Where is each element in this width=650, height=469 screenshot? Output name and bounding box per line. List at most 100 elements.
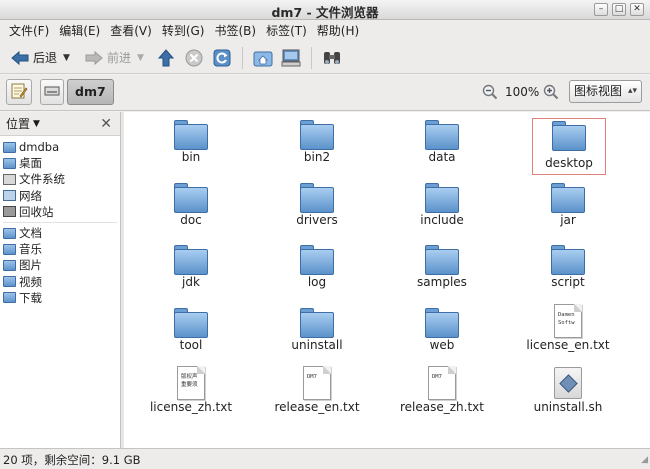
menu-tabs[interactable]: 标签(T) <box>261 20 312 42</box>
search-button[interactable] <box>318 45 346 71</box>
folder-icon <box>552 121 586 151</box>
toolbar: 后退 ▼ 前进 ▼ <box>0 42 650 74</box>
back-history-dropdown-icon[interactable]: ▼ <box>63 53 70 63</box>
file-name: jar <box>560 213 576 227</box>
folder-icon <box>425 308 459 338</box>
file-item-uninstall-sh[interactable]: uninstall.sh <box>510 364 626 424</box>
minimize-button[interactable]: – <box>594 3 608 16</box>
text-file-icon: 版权声 重要须 <box>177 366 205 400</box>
file-item-web[interactable]: web <box>384 302 500 362</box>
forward-button[interactable]: 前进 ▼ <box>80 45 148 71</box>
file-preview-text: DM7 <box>307 374 317 380</box>
sidebar-item-label: 下载 <box>19 290 42 305</box>
sidebar-item-documents[interactable]: 文档 <box>0 225 120 241</box>
up-button[interactable] <box>152 45 180 71</box>
network-icon <box>3 190 16 202</box>
file-item-log[interactable]: log <box>259 239 375 299</box>
forward-arrow-icon <box>84 48 104 68</box>
up-arrow-icon <box>156 48 176 68</box>
folder-icon <box>300 245 334 275</box>
view-mode-select[interactable]: 图标视图 ▴▾ <box>569 80 642 103</box>
file-item-desktop[interactable]: desktop <box>532 118 606 175</box>
home-button[interactable] <box>249 45 277 71</box>
file-item-release-zh[interactable]: DM7 release_zh.txt <box>384 364 500 424</box>
menu-view[interactable]: 查看(V) <box>105 20 157 42</box>
computer-icon <box>281 48 301 68</box>
file-item-bin2[interactable]: bin2 <box>259 114 375 174</box>
file-item-jdk[interactable]: jdk <box>133 239 249 299</box>
sidebar-item-trash[interactable]: 回收站 <box>0 204 120 220</box>
close-window-button[interactable]: ✕ <box>630 3 644 16</box>
status-text: 20 项，剩余空间：9.1 GB <box>3 453 141 467</box>
sidebar-header[interactable]: 位置 ▼ ✕ <box>0 112 120 136</box>
back-button[interactable]: 后退 ▼ <box>6 45 74 71</box>
close-sidebar-icon[interactable]: ✕ <box>100 116 112 132</box>
sidebar-item-label: 音乐 <box>19 242 42 257</box>
file-item-jar[interactable]: jar <box>510 177 626 237</box>
file-item-bin[interactable]: bin <box>133 114 249 174</box>
view-mode-value: 图标视图 <box>574 84 623 98</box>
sidebar-item-videos[interactable]: 视频 <box>0 274 120 290</box>
folder-icon <box>551 183 585 213</box>
updown-arrows-icon: ▴▾ <box>627 86 637 96</box>
zoom-out-button[interactable] <box>482 84 498 103</box>
forward-history-dropdown-icon[interactable]: ▼ <box>137 53 144 63</box>
menu-go[interactable]: 转到(G) <box>157 20 210 42</box>
file-icon-view[interactable]: bin bin2 data desktop doc drivers includ… <box>124 112 650 448</box>
path-root-button[interactable] <box>40 79 64 105</box>
folder-icon <box>300 120 334 150</box>
file-item-release-en[interactable]: DM7 release_en.txt <box>259 364 375 424</box>
file-item-license-en[interactable]: Damen Softw license_en.txt <box>510 302 626 362</box>
menu-bar: 文件(F) 编辑(E) 查看(V) 转到(G) 书签(B) 标签(T) 帮助(H… <box>0 20 650 42</box>
file-name: script <box>551 275 585 289</box>
path-current-folder-button[interactable]: dm7 <box>67 79 114 105</box>
menu-bookmarks[interactable]: 书签(B) <box>209 20 261 42</box>
file-item-include[interactable]: include <box>384 177 500 237</box>
sidebar-item-music[interactable]: 音乐 <box>0 241 120 257</box>
file-item-uninstall[interactable]: uninstall <box>259 302 375 362</box>
computer-button[interactable] <box>277 45 305 71</box>
file-item-license-zh[interactable]: 版权声 重要须 license_zh.txt <box>133 364 249 424</box>
file-item-samples[interactable]: samples <box>384 239 500 299</box>
sidebar-item-filesystem[interactable]: 文件系统 <box>0 171 120 187</box>
maximize-button[interactable]: □ <box>612 3 626 16</box>
file-name: drivers <box>296 213 338 227</box>
status-bar: 20 项，剩余空间：9.1 GB ◢ <box>0 448 650 469</box>
folder-icon <box>300 308 334 338</box>
folder-icon <box>425 120 459 150</box>
edit-location-button[interactable] <box>6 79 32 105</box>
zoom-in-icon <box>543 84 559 103</box>
title-bar: dm7 - 文件浏览器 – □ ✕ <box>0 0 650 20</box>
file-name: log <box>307 275 327 289</box>
file-item-script[interactable]: script <box>510 239 626 299</box>
file-item-doc[interactable]: doc <box>133 177 249 237</box>
menu-help[interactable]: 帮助(H) <box>312 20 364 42</box>
folder-icon <box>174 245 208 275</box>
script-file-icon <box>554 367 582 399</box>
toolbar-separator-2 <box>310 46 312 69</box>
file-item-drivers[interactable]: drivers <box>259 177 375 237</box>
menu-file[interactable]: 文件(F) <box>4 20 54 42</box>
window-title: dm7 - 文件浏览器 <box>271 5 379 20</box>
reload-icon <box>212 48 232 68</box>
sidebar-item-pictures[interactable]: 图片 <box>0 257 120 273</box>
file-name: release_zh.txt <box>400 400 484 414</box>
resize-grip-icon[interactable]: ◢ <box>641 455 648 465</box>
sidebar-item-dmdba[interactable]: dmdba <box>0 139 120 155</box>
file-item-tool[interactable]: tool <box>133 302 249 362</box>
folder-icon <box>174 120 208 150</box>
sidebar-item-downloads[interactable]: 下载 <box>0 290 120 306</box>
drive-icon <box>3 173 16 185</box>
reload-button[interactable] <box>208 45 236 71</box>
stop-button[interactable] <box>180 45 208 71</box>
folder-icon <box>3 276 16 288</box>
sidebar-item-network[interactable]: 网络 <box>0 188 120 204</box>
file-name: bin <box>181 150 201 164</box>
zoom-in-button[interactable] <box>543 84 559 103</box>
file-name: include <box>420 213 464 227</box>
drive-icon <box>44 84 60 101</box>
sidebar-item-desktop[interactable]: 桌面 <box>0 155 120 171</box>
menu-edit[interactable]: 编辑(E) <box>54 20 105 42</box>
home-folder-icon <box>253 48 273 68</box>
file-item-data[interactable]: data <box>384 114 500 174</box>
